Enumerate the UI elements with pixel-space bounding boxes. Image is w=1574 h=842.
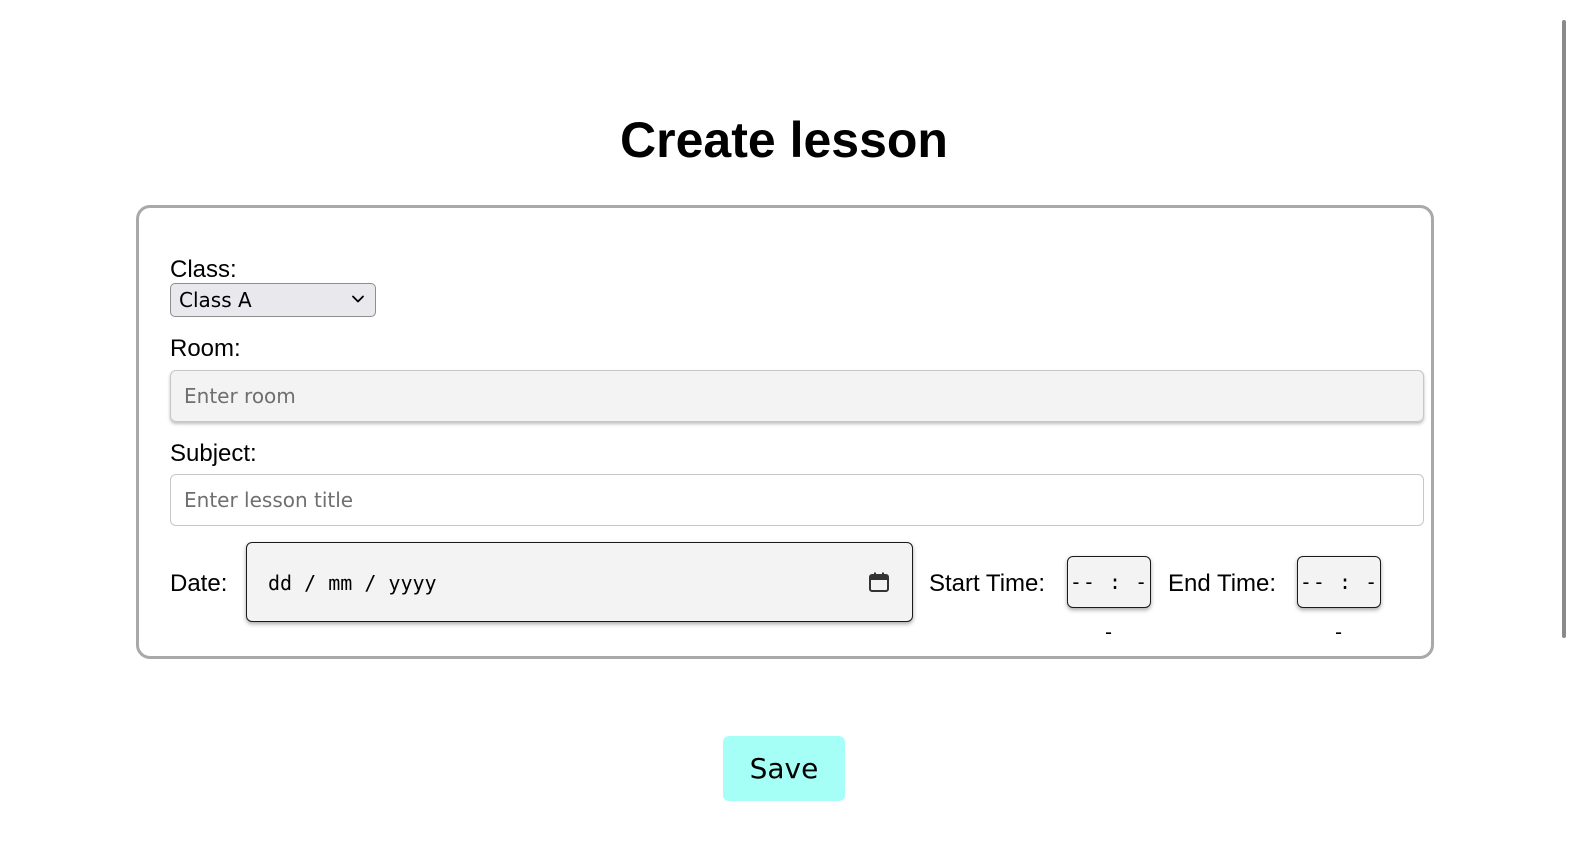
- end-time-input[interactable]: -- : --: [1297, 556, 1381, 644]
- create-lesson-page: Create lesson Class: Class A Room: Subje…: [0, 0, 1574, 842]
- class-select[interactable]: Class A: [170, 283, 376, 317]
- page-title: Create lesson: [620, 112, 948, 168]
- save-button[interactable]: Save: [723, 736, 845, 801]
- subject-label: Subject:: [170, 440, 257, 467]
- room-input[interactable]: [170, 370, 1424, 422]
- start-time-label: Start Time:: [929, 570, 1046, 597]
- chevron-down-icon: [352, 295, 364, 303]
- start-time-input[interactable]: -- : --: [1067, 556, 1151, 644]
- class-select-value: Class A: [179, 288, 252, 312]
- date-input[interactable]: dd / mm / yyyy: [246, 542, 913, 622]
- calendar-icon[interactable]: [868, 571, 890, 593]
- class-label: Class:: [170, 256, 237, 283]
- vertical-scrollbar[interactable]: [1562, 20, 1566, 638]
- end-time-label: End Time:: [1168, 570, 1277, 597]
- date-placeholder: dd / mm / yyyy: [268, 571, 437, 595]
- room-label: Room:: [170, 335, 241, 362]
- date-label: Date:: [170, 570, 228, 597]
- subject-input[interactable]: [170, 474, 1424, 526]
